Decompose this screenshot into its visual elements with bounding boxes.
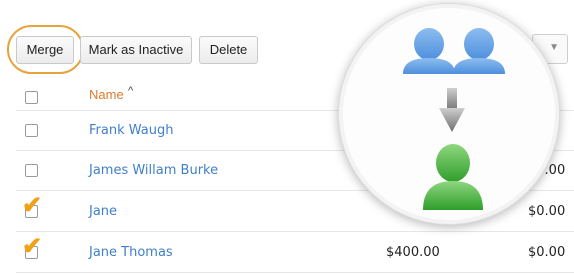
- checkmark-icon: ✔: [22, 233, 43, 260]
- checkmark-icon: ✔: [22, 192, 43, 219]
- row-checkbox[interactable]: [25, 164, 38, 177]
- name-column-header[interactable]: Name: [89, 87, 124, 102]
- user-icon: [403, 28, 455, 74]
- contact-name-link[interactable]: Frank Waugh: [89, 123, 173, 138]
- merge-illustration: [338, 3, 560, 225]
- contact-name-link[interactable]: James Willam Burke: [89, 163, 218, 178]
- mark-inactive-button[interactable]: Mark as Inactive: [80, 36, 192, 64]
- amount-cell: $0.00: [528, 245, 566, 260]
- merged-user-icon: [423, 144, 483, 210]
- contact-name-link[interactable]: Jane Thomas: [89, 245, 173, 260]
- contact-name-link[interactable]: Jane: [89, 204, 117, 219]
- arrow-down-icon: [439, 88, 465, 132]
- delete-button[interactable]: Delete: [199, 36, 258, 64]
- merge-button[interactable]: Merge: [16, 36, 74, 64]
- table-row: ✔ Jane Thomas $400.00 $0.00: [16, 233, 574, 273]
- sort-ascending-icon[interactable]: ^: [128, 85, 133, 97]
- row-checkbox[interactable]: [25, 124, 38, 137]
- select-all-checkbox[interactable]: [25, 91, 38, 104]
- amount-cell: $400.00: [386, 245, 440, 260]
- user-icon: [453, 28, 505, 74]
- merge-illustration-graphic: [403, 28, 505, 210]
